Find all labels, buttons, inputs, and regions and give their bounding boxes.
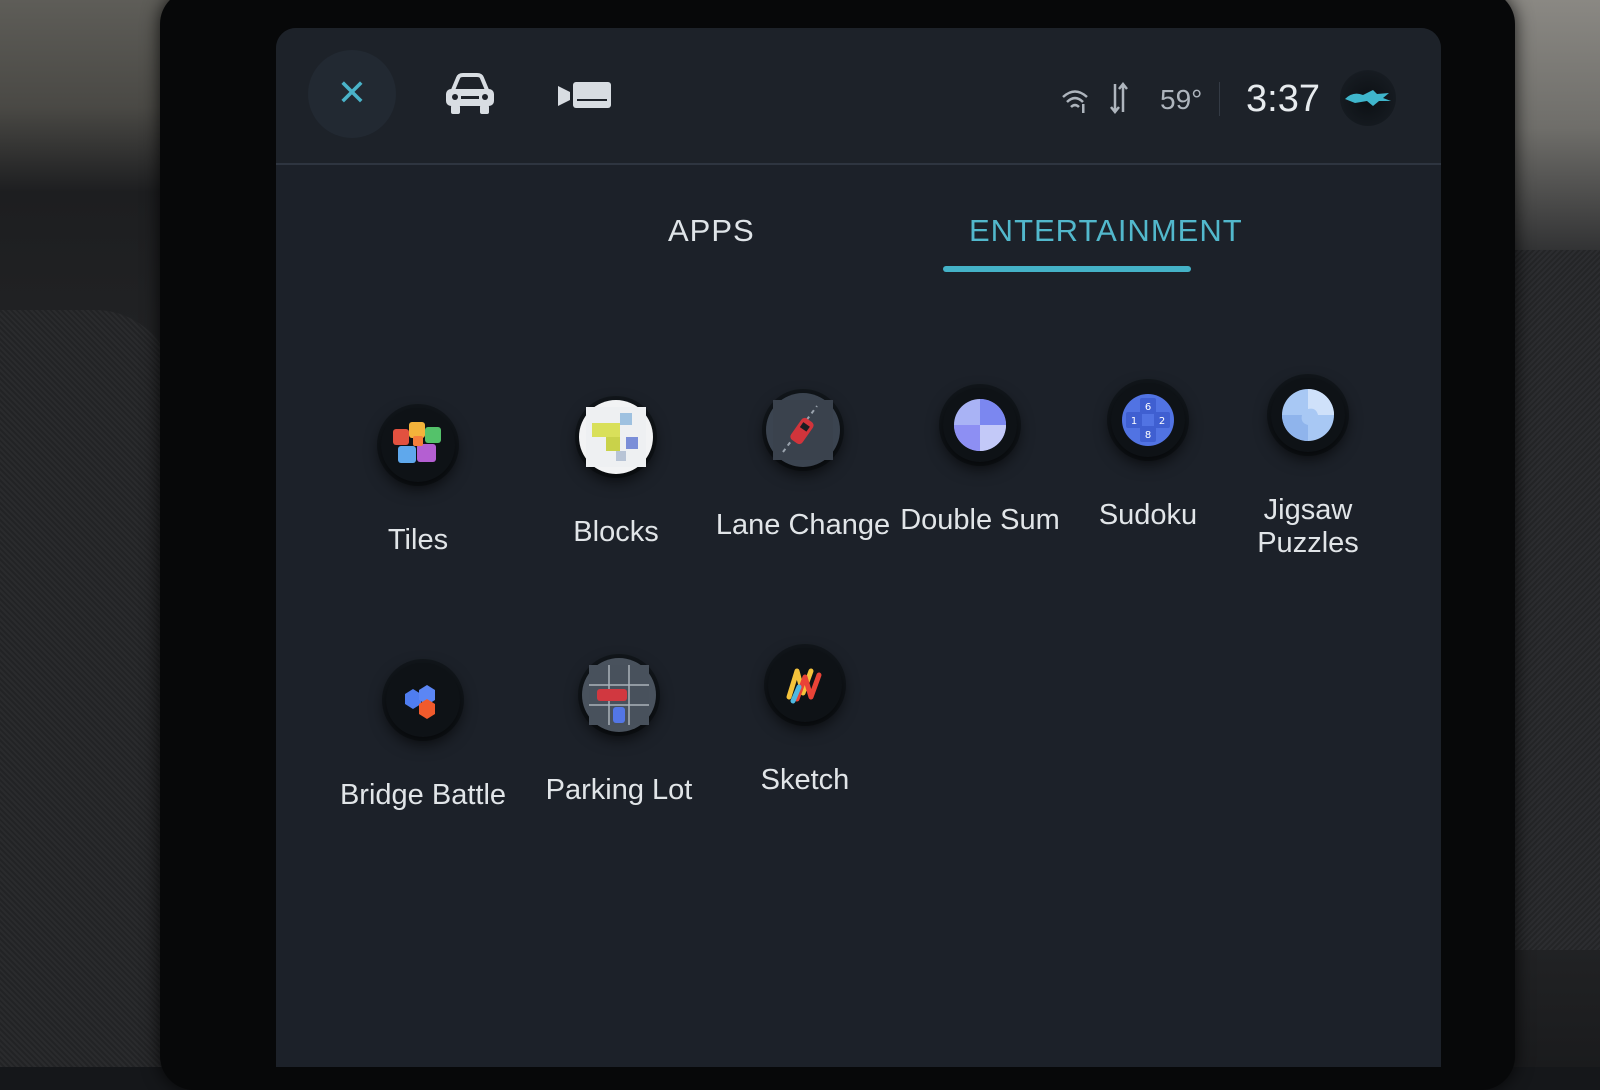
tab-apps[interactable]: APPS (668, 213, 755, 249)
infotainment-screen: ✕ 59° 3:37 APPS ENTERTAINMENT Tiles Bloc… (276, 28, 1441, 1067)
clock: 3:37 (1246, 78, 1320, 120)
status-divider (1219, 82, 1220, 116)
profile-avatar[interactable] (1340, 70, 1396, 126)
camera-icon[interactable] (558, 80, 612, 110)
bridge-battle-icon (386, 663, 460, 737)
sudoku-digit: 2 (1159, 416, 1165, 427)
app-sketch[interactable]: Sketch (705, 648, 905, 797)
data-transfer-icon (1110, 82, 1128, 114)
wifi-icon (1062, 90, 1088, 113)
app-label: Lane Change (715, 509, 891, 541)
car-icon[interactable] (443, 72, 497, 116)
close-icon: ✕ (336, 73, 368, 114)
app-jigsaw-puzzles[interactable]: Jigsaw Puzzles (1208, 378, 1408, 561)
app-grid: Tiles Blocks Lane Change Double Sum 6 1 … (276, 328, 1441, 928)
sudoku-digit: 1 (1131, 416, 1137, 427)
seat-cushion (0, 310, 175, 1067)
jigsaw-puzzles-icon (1271, 378, 1345, 452)
app-bridge-battle[interactable]: Bridge Battle (323, 663, 523, 812)
app-label: Parking Lot (545, 774, 693, 806)
app-label: Blocks (573, 516, 659, 548)
pony-logo-icon (1345, 90, 1391, 106)
sketch-icon (768, 648, 842, 722)
tiles-icon (381, 408, 455, 482)
app-label: Jigsaw Puzzles (1257, 494, 1359, 560)
close-button[interactable]: ✕ (308, 50, 396, 138)
app-label: Sketch (760, 764, 850, 796)
app-tiles[interactable]: Tiles (318, 408, 518, 557)
lane-change-icon (766, 393, 840, 467)
tab-bar: APPS ENTERTAINMENT (276, 165, 1441, 285)
tab-selected-indicator (943, 266, 1191, 272)
app-label: Tiles (387, 524, 449, 556)
sudoku-digit: 8 (1145, 430, 1151, 441)
app-lane-change[interactable]: Lane Change (703, 393, 903, 542)
sudoku-icon: 6 1 2 8 (1111, 383, 1185, 457)
app-blocks[interactable]: Blocks (516, 400, 716, 549)
sudoku-digit: 6 (1145, 402, 1151, 413)
outside-temperature: 59° (1160, 84, 1203, 115)
status-bar: ✕ 59° 3:37 (276, 28, 1441, 165)
blocks-icon (579, 400, 653, 474)
app-parking-lot[interactable]: Parking Lot (519, 658, 719, 807)
double-sum-icon (943, 388, 1017, 462)
parking-lot-icon (582, 658, 656, 732)
app-label: Bridge Battle (339, 779, 507, 811)
tab-entertainment[interactable]: ENTERTAINMENT (969, 213, 1243, 249)
